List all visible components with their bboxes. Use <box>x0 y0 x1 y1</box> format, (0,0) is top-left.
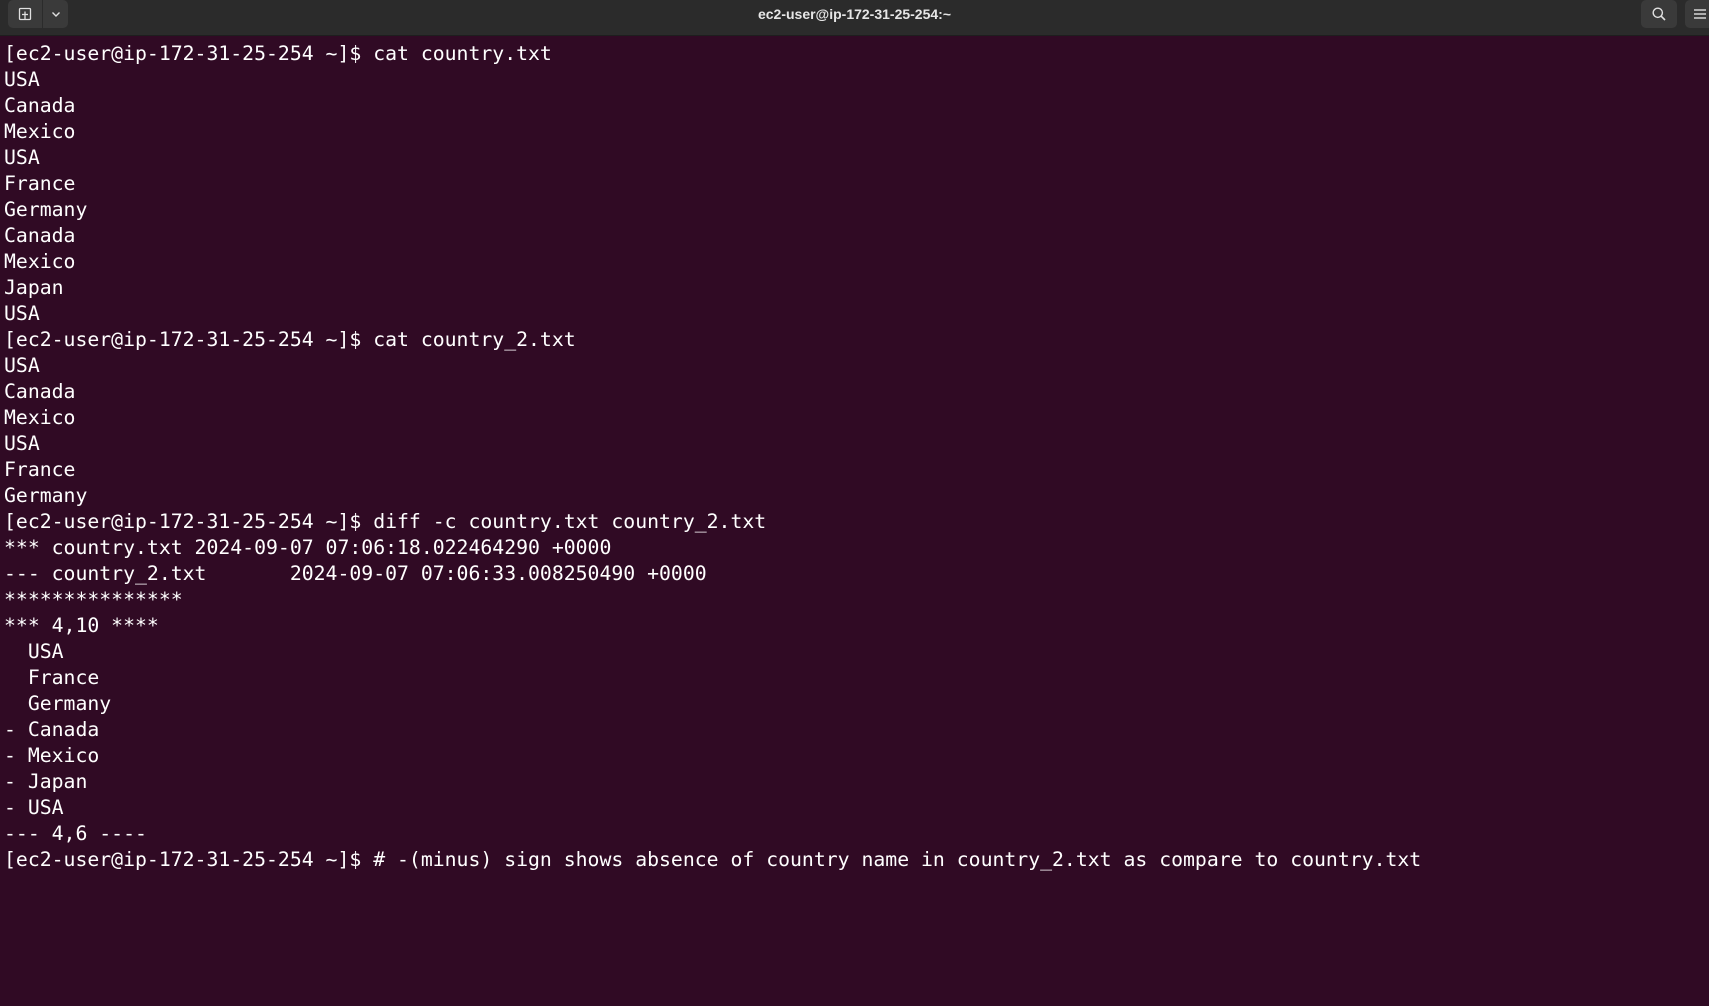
terminal-line: USA <box>4 146 40 169</box>
terminal-line: Mexico <box>4 406 76 429</box>
terminal-line: USA <box>4 354 40 377</box>
terminal-line: - Japan <box>4 770 88 793</box>
terminal-line: [ec2-user@ip-172-31-25-254 ~]$ cat count… <box>4 328 576 351</box>
terminal-line: Mexico <box>4 250 76 273</box>
search-button[interactable] <box>1641 0 1677 28</box>
terminal-line: Germany <box>4 484 88 507</box>
terminal-line: France <box>4 458 76 481</box>
main-menu-button[interactable] <box>1685 0 1709 28</box>
terminal-lines: [ec2-user@ip-172-31-25-254 ~]$ cat count… <box>4 41 1421 873</box>
terminal-window: ec2-user@ip-172-31-25-254:~ [ec2-user@ip… <box>0 0 1709 1006</box>
terminal-line: France <box>4 666 100 689</box>
terminal-line: --- 4,6 ---- <box>4 822 147 845</box>
terminal-line: - Mexico <box>4 744 100 767</box>
terminal-line: USA <box>4 640 64 663</box>
terminal-line: Canada <box>4 380 76 403</box>
terminal-line: *** 4,10 **** <box>4 614 159 637</box>
hamburger-menu-icon <box>1693 7 1707 21</box>
terminal-line: Canada <box>4 94 76 117</box>
terminal-line: USA <box>4 432 40 455</box>
terminal-line: --- country_2.txt 2024-09-07 07:06:33.00… <box>4 562 707 585</box>
terminal-line: - USA <box>4 796 64 819</box>
terminal-line: Mexico <box>4 120 76 143</box>
search-icon <box>1651 6 1667 22</box>
terminal-line: USA <box>4 68 40 91</box>
terminal-line: Japan <box>4 276 64 299</box>
terminal-line: [ec2-user@ip-172-31-25-254 ~]$ diff -c c… <box>4 510 767 533</box>
terminal-line: Germany <box>4 692 112 715</box>
terminal-line: [ec2-user@ip-172-31-25-254 ~]$ cat count… <box>4 42 552 65</box>
terminal-line: - Canada <box>4 718 100 741</box>
terminal-line: France <box>4 172 76 195</box>
terminal-line: [ec2-user@ip-172-31-25-254 ~]$ # -(minus… <box>4 848 1422 871</box>
terminal-line: USA <box>4 302 40 325</box>
terminal-line: *************** <box>4 588 183 611</box>
terminal-line: Germany <box>4 198 88 221</box>
terminal-line: Canada <box>4 224 76 247</box>
terminal-output[interactable]: [ec2-user@ip-172-31-25-254 ~]$ cat count… <box>0 36 1709 1006</box>
title-bar: ec2-user@ip-172-31-25-254:~ <box>0 0 1709 36</box>
terminal-line: *** country.txt 2024-09-07 07:06:18.0224… <box>4 536 612 559</box>
window-title: ec2-user@ip-172-31-25-254:~ <box>757 6 952 22</box>
